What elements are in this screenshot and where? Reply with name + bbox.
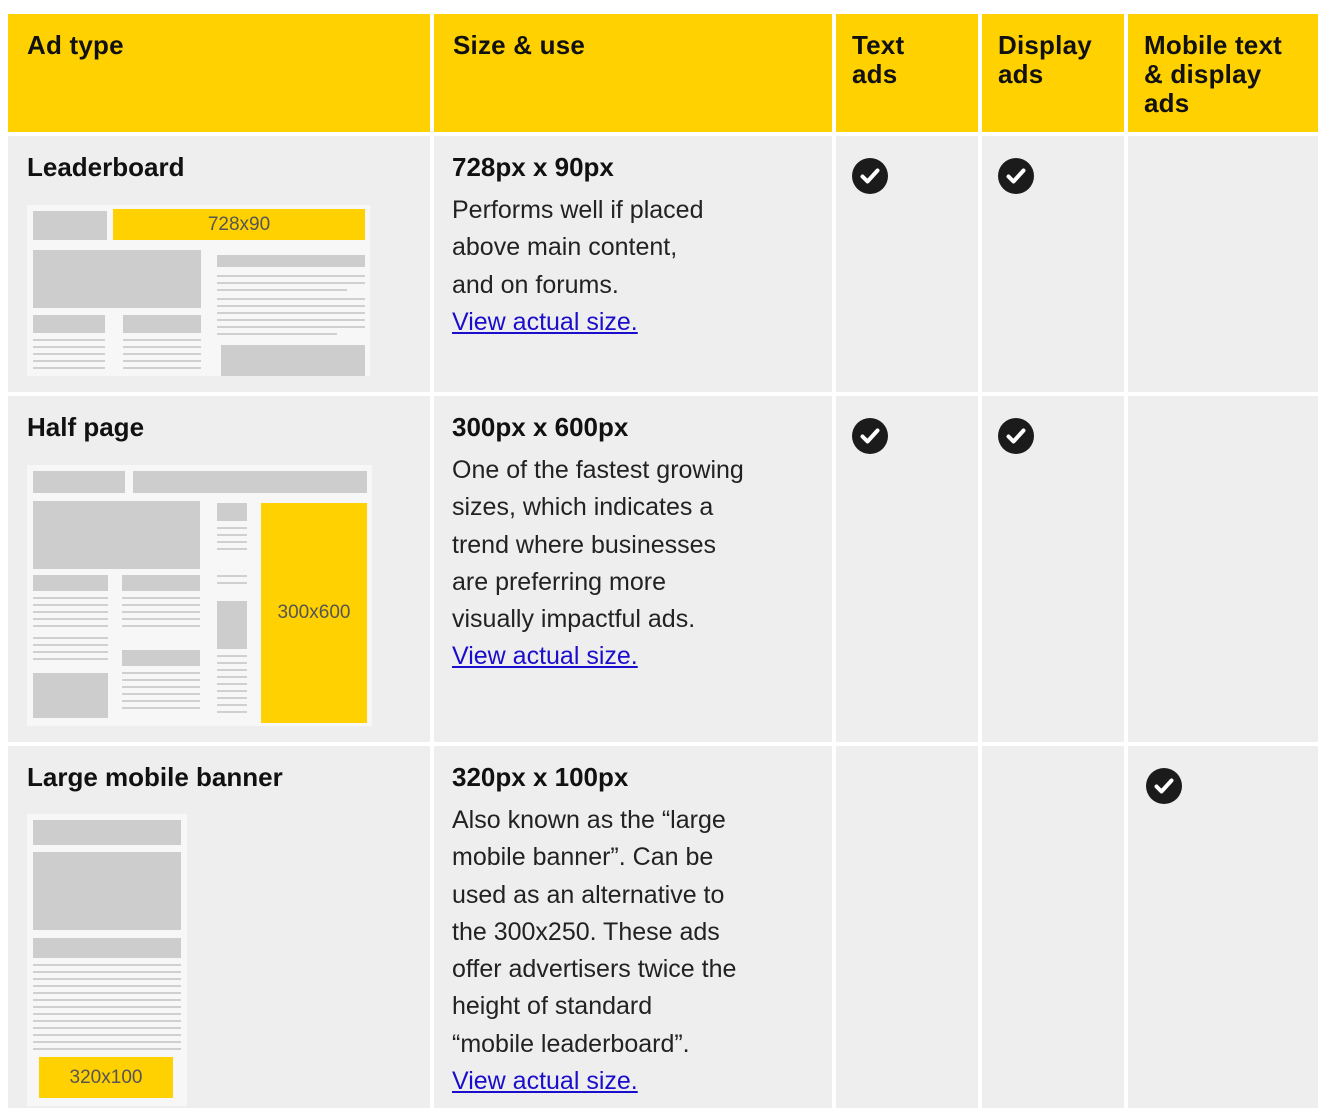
row-title: Large mobile banner: [27, 762, 283, 792]
desc-line: above main content,: [452, 233, 678, 262]
desc-line: Performs well if placed: [452, 196, 704, 224]
table-row-large-mobile-banner-type: Large mobile banner 320x100: [8, 746, 430, 1108]
desc-line: the 300x250. These ads: [452, 917, 720, 946]
header-text-ads: Text ads: [836, 14, 978, 132]
large-mobile-banner-ad-block: 320x100: [39, 1057, 173, 1098]
view-actual-size-link[interactable]: View actual size.: [452, 638, 638, 675]
desc-line: mobile banner”. Can be: [452, 843, 714, 872]
desc-line: and on forums.: [452, 270, 619, 299]
desc-line: Also known as the “large: [452, 806, 726, 834]
desc-line: visually impactful ads.: [452, 605, 696, 634]
header-mobile-ads-line: & display: [1144, 59, 1262, 89]
table-row-leaderboard-mobile-ads: [1128, 136, 1318, 392]
header-mobile-ads-line: Mobile text: [1144, 30, 1282, 60]
thumb-ad-label: 320x100: [69, 1066, 143, 1088]
check-circle-icon: [852, 418, 888, 454]
row-title: Leaderboard: [27, 152, 185, 182]
header-ad-type: Ad type: [8, 14, 430, 132]
table-row-half-page-type: Half page 300x600: [8, 396, 430, 742]
header-mobile-ads-line: ads: [1144, 88, 1190, 118]
ad-sizes-table: Ad type Size & use Text ads Display ads …: [8, 14, 1318, 1108]
header-display-ads-line: ads: [998, 59, 1044, 89]
half-page-thumbnail: 300x600: [27, 465, 372, 726]
row-title: Half page: [27, 412, 145, 442]
desc-line: used as an alternative to: [452, 880, 725, 909]
thumb-ad-label: 728x90: [207, 213, 271, 235]
view-actual-size-link[interactable]: View actual size.: [452, 1063, 638, 1100]
thumb-ad-label: 300x600: [277, 602, 351, 623]
header-display-ads: Display ads: [982, 14, 1124, 132]
size-title: 300px x 600px: [452, 412, 629, 442]
desc-line: height of standard: [452, 992, 653, 1021]
desc-line: One of the fastest growing: [452, 456, 744, 484]
table-row-large-mobile-banner-text-ads: [836, 746, 978, 1108]
desc-line: offer advertisers twice the: [452, 955, 737, 984]
view-actual-size-link[interactable]: View actual size.: [452, 304, 638, 341]
header-ad-type-label: Ad type: [27, 30, 124, 60]
size-title: 320px x 100px: [452, 762, 629, 792]
header-mobile-ads: Mobile text & display ads: [1128, 14, 1318, 132]
check-circle-icon: [998, 418, 1034, 454]
header-display-ads-line: Display: [998, 30, 1092, 60]
half-page-ad-block: 300x600: [261, 503, 367, 723]
table-row-half-page-desc: 300px x 600px One of the fastest growing…: [434, 396, 832, 742]
table-row-leaderboard-text-ads: [836, 136, 978, 392]
table-row-half-page-display-ads: [982, 396, 1124, 742]
leaderboard-ad-block: 728x90: [113, 209, 365, 240]
check-circle-icon: [852, 158, 888, 194]
leaderboard-thumbnail: 728x90: [27, 205, 370, 376]
check-circle-icon: [998, 158, 1034, 194]
header-text-ads-line: ads: [852, 59, 898, 89]
size-title: 728px x 90px: [452, 152, 614, 182]
table-row-large-mobile-banner-desc: 320px x 100px Also known as the “large m…: [434, 746, 832, 1108]
header-text-ads-line: Text: [852, 30, 905, 60]
header-size-use: Size & use: [434, 14, 832, 132]
table-row-half-page-mobile-ads: [1128, 396, 1318, 742]
table-row-leaderboard-display-ads: [982, 136, 1124, 392]
table-row-half-page-text-ads: [836, 396, 978, 742]
large-mobile-banner-thumbnail: 320x100: [27, 814, 187, 1106]
desc-line: trend where businesses: [452, 530, 717, 559]
table-row-large-mobile-banner-mobile-ads: [1128, 746, 1318, 1108]
header-size-use-label: Size & use: [453, 30, 586, 60]
table-row-large-mobile-banner-display-ads: [982, 746, 1124, 1108]
desc-line: “mobile leaderboard”.: [452, 1029, 690, 1058]
table-row-leaderboard-desc: 728px x 90px Performs well if placed abo…: [434, 136, 832, 392]
table-row-leaderboard-type: Leaderboard 728x90: [8, 136, 430, 392]
desc-line: sizes, which indicates a: [452, 493, 714, 522]
desc-line: are preferring more: [452, 567, 666, 596]
check-circle-icon: [1146, 768, 1182, 804]
